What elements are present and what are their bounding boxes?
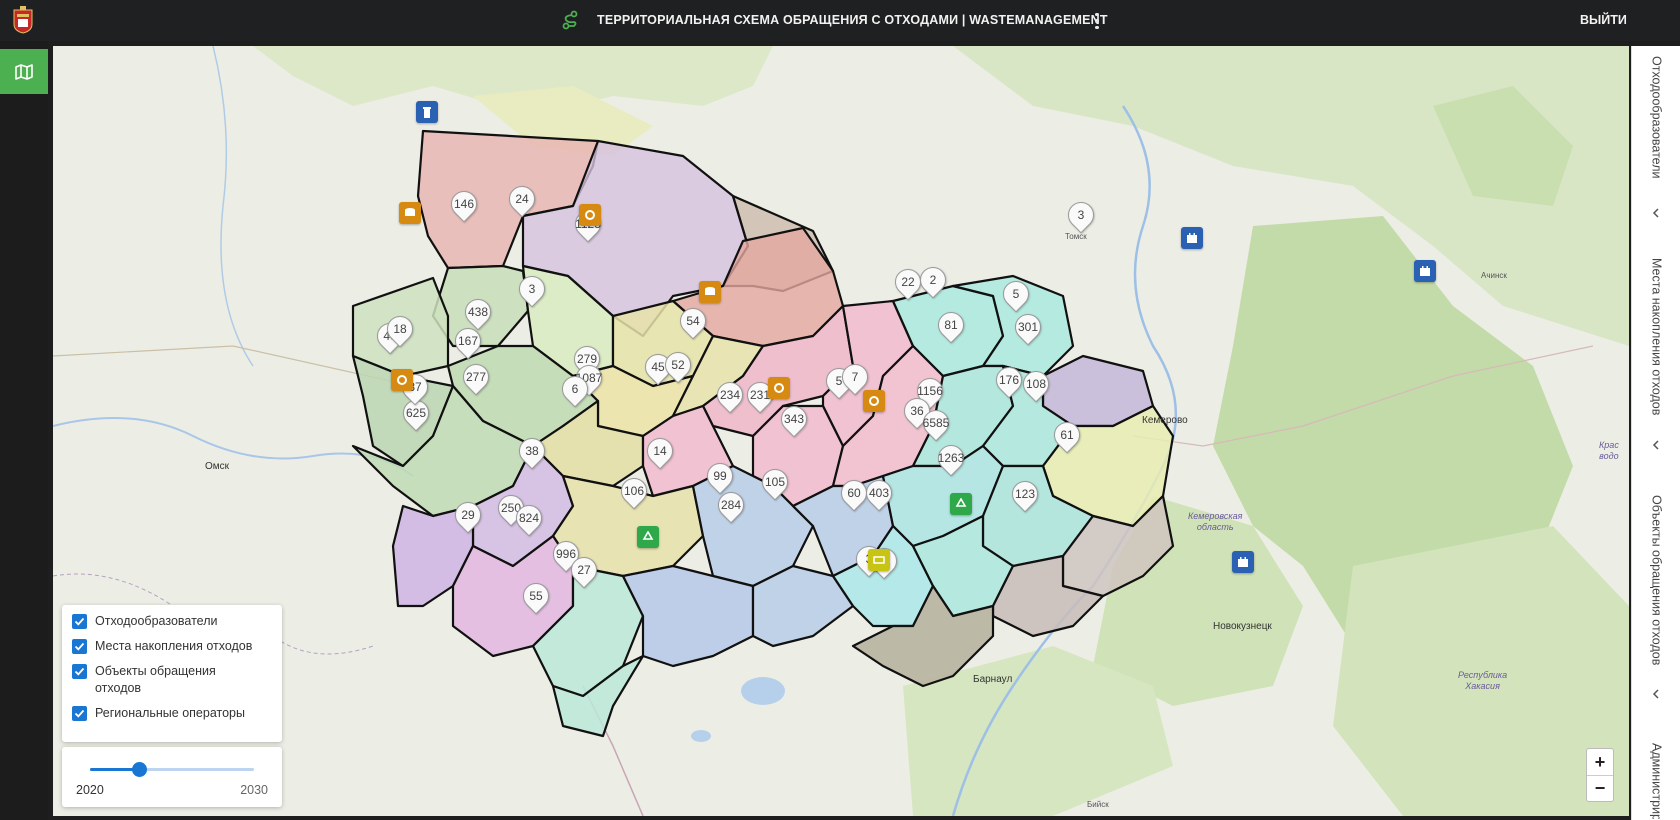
cluster-pin[interactable]: 27	[565, 551, 603, 593]
right-panel-tabs: Отходообразователи Места накопления отхо…	[1631, 46, 1680, 820]
cluster-pin[interactable]: 55	[517, 577, 555, 619]
city-label-kemerovo: Кемерово	[1142, 415, 1188, 426]
year-slider-thumb[interactable]	[132, 762, 148, 777]
cluster-pin[interactable]: 52	[659, 346, 697, 388]
landfill-icon[interactable]	[399, 202, 421, 224]
year-slider-panel: 2020 2030	[62, 747, 282, 807]
sorting-station-icon[interactable]	[863, 390, 885, 412]
city-label-novokuznetsk: Новокузнецк	[1213, 621, 1272, 632]
zoom-out-button[interactable]: −	[1587, 775, 1613, 801]
more-menu-icon[interactable]	[1090, 10, 1104, 32]
cluster-pin[interactable]: 123	[1006, 475, 1044, 517]
checkbox-icon[interactable]	[72, 614, 87, 629]
cluster-pin[interactable]: 824	[510, 499, 548, 541]
cluster-pin[interactable]: 167	[449, 322, 487, 364]
recycling-icon[interactable]	[950, 493, 972, 515]
coat-of-arms-logo[interactable]	[12, 6, 34, 34]
city-label-biysk: Бийск	[1087, 800, 1109, 809]
cluster-pin[interactable]: 6585	[917, 404, 955, 446]
cluster-pin[interactable]: 81	[932, 306, 970, 348]
zoom-control: + −	[1586, 748, 1614, 802]
checkbox-icon[interactable]	[72, 664, 87, 679]
cluster-pin[interactable]: 3	[1062, 196, 1100, 238]
left-sidebar	[0, 41, 48, 820]
cluster-pin[interactable]: 284	[712, 486, 750, 528]
tab-waste-generators[interactable]: Отходообразователи	[1632, 52, 1680, 192]
zoom-in-button[interactable]: +	[1587, 749, 1613, 775]
sorting-station-icon[interactable]	[768, 377, 790, 399]
cluster-pin[interactable]: 403	[860, 474, 898, 516]
chevron-left-icon[interactable]	[1648, 437, 1664, 453]
tab-waste-facilities[interactable]: Объекты обращения отходов	[1632, 491, 1680, 676]
checkbox-icon[interactable]	[72, 706, 87, 721]
cluster-pin[interactable]: 3	[513, 270, 551, 312]
layer-toggle-waste-facilities[interactable]: Объекты обращения отходов	[72, 663, 272, 697]
sorting-station-icon[interactable]	[391, 369, 413, 391]
checkbox-icon[interactable]	[72, 639, 87, 654]
cluster-pin[interactable]: 277	[457, 358, 495, 400]
cluster-pin[interactable]: 54	[674, 302, 712, 344]
water-label: Крас водо	[1599, 440, 1619, 461]
map-nav-button[interactable]	[0, 49, 48, 94]
year-min-label: 2020	[76, 783, 104, 797]
regional-operator-icon[interactable]	[1232, 551, 1254, 573]
cluster-pin[interactable]: 108	[1017, 365, 1055, 407]
cluster-pin[interactable]: 61	[1048, 416, 1086, 458]
landfill-icon[interactable]	[699, 281, 721, 303]
cluster-pin[interactable]: 106	[615, 472, 653, 514]
cluster-pin[interactable]: 6	[556, 370, 594, 412]
cluster-pin[interactable]: 29	[449, 496, 487, 538]
page-title: ТЕРРИТОРИАЛЬНАЯ СХЕМА ОБРАЩЕНИЯ С ОТХОДА…	[597, 13, 1108, 27]
cluster-pin[interactable]: 146	[445, 185, 483, 227]
logout-button[interactable]: ВЫЙТИ	[1580, 13, 1627, 27]
regional-operator-icon[interactable]	[1181, 227, 1203, 249]
transfer-station-icon[interactable]	[868, 549, 890, 571]
city-label-achinsk: Ачинск	[1481, 271, 1507, 280]
cluster-pin[interactable]: 105	[756, 463, 794, 505]
layer-toggle-regional-operators[interactable]: Региональные операторы	[72, 705, 272, 722]
cluster-pin[interactable]: 234	[711, 376, 749, 418]
route-icon	[562, 10, 578, 30]
recycling-icon[interactable]	[637, 526, 659, 548]
year-slider[interactable]	[90, 762, 254, 777]
cluster-pin[interactable]: 5	[997, 275, 1035, 317]
cluster-pin[interactable]: 24	[503, 180, 541, 222]
layer-toggle-accumulation-sites[interactable]: Места накопления отходов	[72, 638, 272, 655]
city-label-omsk: Омск	[205, 461, 230, 472]
layers-panel: Отходообразователи Места накопления отхо…	[62, 605, 282, 742]
map-base-layer	[53, 46, 1629, 816]
region-label-kemerovo-oblast: Кемеровская область	[1188, 511, 1243, 532]
sorting-station-icon[interactable]	[579, 204, 601, 226]
cluster-pin[interactable]: 301	[1009, 308, 1047, 350]
collection-point-icon[interactable]	[416, 101, 438, 123]
cluster-pin[interactable]: 343	[775, 400, 813, 442]
tab-administration[interactable]: Администрирование	[1632, 739, 1680, 819]
regional-operator-icon[interactable]	[1414, 260, 1436, 282]
map-canvas[interactable]: Омск Томск Кемерово Ачинск Новокузнецк Б…	[53, 46, 1629, 816]
city-label-barnaul: Барнаул	[973, 674, 1013, 685]
map-icon	[15, 63, 33, 80]
cluster-pin[interactable]: 14	[641, 432, 679, 474]
tab-accumulation-sites[interactable]: Места накопления отходов	[1632, 254, 1680, 424]
cluster-pin[interactable]: 18	[381, 310, 419, 352]
year-max-label: 2030	[240, 783, 268, 797]
chevron-left-icon[interactable]	[1648, 205, 1664, 221]
cluster-pin[interactable]: 38	[513, 432, 551, 474]
cluster-pin[interactable]: 2	[914, 261, 952, 303]
region-label-khakassia: Республика Хакасия	[1458, 670, 1508, 691]
top-bar: ТЕРРИТОРИАЛЬНАЯ СХЕМА ОБРАЩЕНИЯ С ОТХОДА…	[0, 0, 1680, 41]
chevron-left-icon[interactable]	[1648, 686, 1664, 702]
cluster-pin[interactable]: 1263	[932, 439, 970, 481]
layer-toggle-waste-generators[interactable]: Отходообразователи	[72, 613, 272, 630]
